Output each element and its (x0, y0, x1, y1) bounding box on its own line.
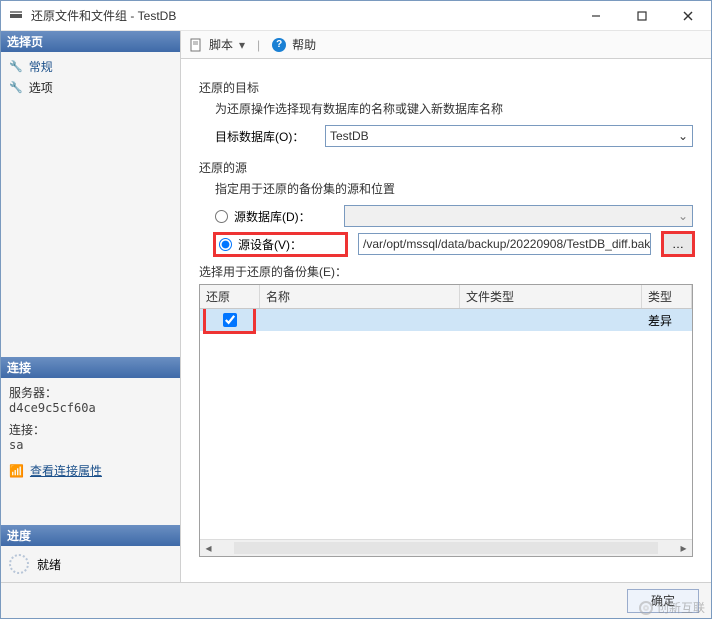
view-connection-properties-link[interactable]: 查看连接属性 (30, 462, 102, 479)
progress-status-text: 就绪 (37, 556, 61, 573)
grid-header: 还原 名称 文件类型 类型 (200, 285, 692, 309)
dialog-body: 选择页 🔧 常规 🔧 选项 连接 服务器： d4ce9c5cf60a 连接： s… (1, 31, 711, 582)
restore-target-desc: 为还原操作选择现有数据库的名称或键入新数据库名称 (199, 100, 693, 117)
help-icon: ? (272, 38, 286, 52)
wrench-icon: 🔧 (9, 60, 23, 73)
spinner-icon (9, 554, 29, 574)
scroll-left-icon[interactable]: ◂ (200, 541, 217, 555)
maximize-button[interactable] (619, 1, 665, 30)
source-db-radio[interactable] (215, 210, 228, 223)
grid-body: 差异 (200, 309, 692, 539)
restore-source-desc: 指定用于还原的备份集的源和位置 (199, 180, 693, 197)
chevron-down-icon: ⌄ (678, 209, 688, 223)
connection-value: sa (9, 438, 172, 452)
app-icon (9, 8, 25, 24)
restore-target-heading: 还原的目标 (199, 79, 693, 96)
toolbar-separator: | (257, 38, 260, 52)
progress-status-row: 就绪 (1, 546, 180, 582)
table-row[interactable]: 差异 (200, 309, 692, 331)
sidebar: 选择页 🔧 常规 🔧 选项 连接 服务器： d4ce9c5cf60a 连接： s… (1, 31, 181, 582)
browse-device-button[interactable]: … (663, 233, 693, 255)
source-device-label: 源设备(V)： (238, 236, 342, 253)
dropdown-icon[interactable]: ▾ (239, 38, 245, 52)
target-db-value: TestDB (330, 129, 678, 143)
source-device-path[interactable]: /var/opt/mssql/data/backup/20220908/Test… (358, 233, 651, 255)
connection-info: 服务器： d4ce9c5cf60a 连接： sa 📶 查看连接属性 (1, 378, 180, 485)
dialog-buttons: 确定 (1, 582, 711, 618)
chevron-down-icon: ⌄ (678, 129, 688, 143)
close-button[interactable] (665, 1, 711, 30)
sidebar-item-general[interactable]: 🔧 常规 (1, 56, 180, 77)
backupsets-label: 选择用于还原的备份集(E)： (199, 263, 693, 280)
sidebar-item-label: 选项 (29, 79, 53, 96)
sidebar-header-connection: 连接 (1, 357, 180, 378)
target-db-label: 目标数据库(O)： (215, 128, 325, 145)
window-title: 还原文件和文件组 - TestDB (31, 7, 573, 24)
col-filetype[interactable]: 文件类型 (460, 285, 642, 308)
minimize-button[interactable] (573, 1, 619, 30)
scroll-right-icon[interactable]: ▸ (675, 541, 692, 555)
server-label: 服务器： (9, 384, 172, 401)
sidebar-page-list: 🔧 常规 🔧 选项 (1, 52, 180, 102)
toolbar: 脚本 ▾ | ? 帮助 (181, 31, 711, 59)
col-restore[interactable]: 还原 (200, 285, 260, 308)
window-buttons (573, 1, 711, 30)
restore-row-checkbox[interactable] (223, 313, 237, 327)
content-area: 还原的目标 为还原操作选择现有数据库的名称或键入新数据库名称 目标数据库(O)：… (181, 59, 711, 582)
script-button[interactable]: 脚本 (209, 36, 233, 53)
connection-label: 连接： (9, 421, 172, 438)
server-value: d4ce9c5cf60a (9, 401, 172, 415)
sidebar-item-options[interactable]: 🔧 选项 (1, 77, 180, 98)
titlebar: 还原文件和文件组 - TestDB (1, 1, 711, 31)
ok-button[interactable]: 确定 (627, 589, 699, 613)
scroll-thumb[interactable] (234, 542, 658, 554)
source-db-label: 源数据库(D)： (234, 208, 338, 225)
sidebar-header-select-page: 选择页 (1, 31, 180, 52)
cell-type: 差异 (642, 312, 692, 329)
dialog-window: 还原文件和文件组 - TestDB 选择页 🔧 常规 🔧 选项 连接 (0, 0, 712, 619)
target-db-combo[interactable]: TestDB ⌄ (325, 125, 693, 147)
source-device-radio[interactable] (219, 238, 232, 251)
device-path-text: /var/opt/mssql/data/backup/20220908/Test… (363, 237, 650, 251)
help-button[interactable]: 帮助 (292, 36, 316, 53)
main-panel: 脚本 ▾ | ? 帮助 还原的目标 为还原操作选择现有数据库的名称或键入新数据库… (181, 31, 711, 582)
ok-button-label: 确定 (651, 592, 675, 609)
col-type[interactable]: 类型 (642, 285, 692, 308)
connection-props-icon: 📶 (9, 464, 24, 478)
script-icon (189, 38, 203, 52)
restore-source-heading: 还原的源 (199, 159, 693, 176)
col-name[interactable]: 名称 (260, 285, 460, 308)
backupsets-grid: 还原 名称 文件类型 类型 (199, 284, 693, 557)
horizontal-scrollbar[interactable]: ◂ ▸ (200, 539, 692, 556)
ellipsis-icon: … (672, 237, 684, 251)
source-db-combo: ⌄ (344, 205, 693, 227)
sidebar-item-label: 常规 (29, 58, 53, 75)
wrench-icon: 🔧 (9, 81, 23, 94)
sidebar-header-progress: 进度 (1, 525, 180, 546)
